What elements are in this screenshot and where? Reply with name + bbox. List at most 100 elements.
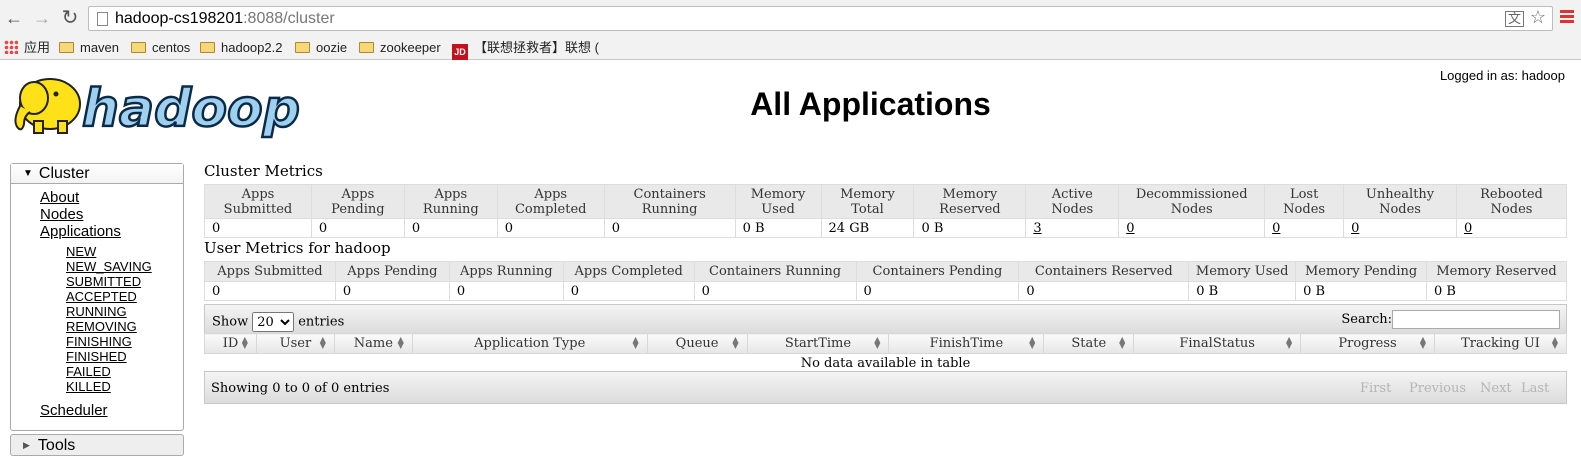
sidebar-item-applications[interactable]: Applications [40, 223, 121, 240]
cm-value: 0 [204, 218, 312, 238]
cm-header: Memory Reserved [913, 184, 1027, 219]
cm-value: 0 [496, 218, 605, 238]
um-value: 0 [334, 281, 450, 301]
bookmark-hadoop22[interactable]: hadoop2.2 [200, 39, 282, 57]
back-icon[interactable]: ← [4, 8, 24, 28]
sidebar-state-killed[interactable]: KILLED [66, 379, 111, 394]
sort-icon: ▲ ▼ [1551, 335, 1558, 350]
cm-header: Active Nodes [1025, 184, 1120, 219]
bookmark-label: 应用 [24, 40, 51, 55]
um-value: 0 [562, 281, 695, 301]
address-bar[interactable]: hadoop-cs198201:8088/cluster 文 ☆ [88, 6, 1553, 31]
cm-header: Apps Running [403, 184, 498, 219]
column-header-id[interactable]: ID ▲ ▼ [204, 333, 257, 354]
column-header-queue[interactable]: Queue ▲ ▼ [646, 333, 748, 354]
column-header-user[interactable]: User ▲ ▼ [255, 333, 335, 354]
sidebar-state-failed[interactable]: FAILED [66, 364, 111, 379]
active-nodes-link[interactable]: 3 [1033, 221, 1041, 236]
folder-icon [295, 42, 310, 53]
page-title: All Applications [750, 86, 991, 122]
translate-icon[interactable]: 文 [1504, 11, 1524, 27]
cm-value: 24 GB [820, 218, 915, 238]
um-value: 0 [204, 281, 336, 301]
um-header: Memory Reserved [1426, 261, 1567, 282]
bookmark-centos[interactable]: centos [131, 39, 190, 57]
cm-header: Apps Submitted [204, 184, 312, 219]
sidebar-state-running[interactable]: RUNNING [66, 304, 127, 319]
paging-previous-button[interactable]: Previous [1409, 381, 1466, 396]
sidebar-state-finished[interactable]: FINISHED [66, 349, 127, 364]
applications-table: ID ▲ ▼ User ▲ ▼ Name ▲ ▼ Application Type ▲ ▼ Qu… [204, 333, 1567, 373]
sidebar-tools-header[interactable]: ▶ Tools [10, 434, 184, 456]
cm-value: 0 [603, 218, 736, 238]
cluster-metrics-title: Cluster Metrics [204, 162, 323, 180]
column-header-finishtime[interactable]: FinishTime ▲ ▼ [888, 333, 1045, 354]
table-info: Showing 0 to 0 of 0 entries [211, 381, 390, 396]
column-header-progress[interactable]: Progress ▲ ▼ [1300, 333, 1435, 354]
reload-icon[interactable]: ↻ [60, 8, 80, 28]
sidebar-tools-label: Tools [37, 437, 76, 454]
cm-value: 0 [310, 218, 405, 238]
collapsed-triangle-icon: ▶ [23, 440, 30, 450]
table-footer: Showing 0 to 0 of 0 entries First Previo… [204, 371, 1567, 404]
rebooted-nodes-link[interactable]: 0 [1464, 221, 1472, 236]
decommissioned-nodes-link[interactable]: 0 [1126, 221, 1134, 236]
lost-nodes-link[interactable]: 0 [1272, 221, 1280, 236]
unhealthy-nodes-link[interactable]: 0 [1351, 221, 1359, 236]
user-metrics-table: Apps Submitted Apps Pending Apps Running… [204, 261, 1567, 301]
bookmark-oozie[interactable]: oozie [295, 39, 347, 57]
um-header: Containers Pending [855, 261, 1020, 282]
bookmark-label: zookeeper [380, 40, 441, 55]
bookmark-maven[interactable]: maven [59, 39, 119, 57]
sidebar-state-new-saving[interactable]: NEW_SAVING [66, 259, 152, 274]
url-host: hadoop-cs198201 [115, 10, 244, 27]
cm-header: Rebooted Nodes [1455, 184, 1568, 219]
folder-icon [359, 42, 374, 53]
cm-header: Apps Completed [496, 184, 605, 219]
search-input[interactable] [1392, 310, 1560, 329]
sidebar-cluster-label: Cluster [38, 165, 90, 182]
sidebar-item-nodes[interactable]: Nodes [40, 206, 83, 223]
sidebar-state-new[interactable]: NEW [66, 244, 96, 259]
um-value: 0 B [1295, 281, 1428, 301]
column-header-starttime[interactable]: StartTime ▲ ▼ [746, 333, 890, 354]
user-metrics-title: User Metrics for hadoop [204, 239, 391, 257]
bookmark-apps[interactable]: 应用 [4, 39, 50, 57]
sidebar-cluster-header[interactable]: ▼ Cluster [11, 164, 183, 184]
sort-icon: ▲ ▼ [732, 335, 739, 350]
cm-value: 0 [403, 218, 498, 238]
logged-in-label: Logged in as: hadoop [1439, 68, 1565, 83]
bookmark-label: maven [80, 40, 120, 55]
bookmarks-bar: 应用 maven centos hadoop2.2 oozie zookeepe… [0, 35, 1581, 60]
um-header: Containers Running [693, 261, 857, 282]
bookmark-lenovo[interactable]: JD 【联想拯救者】联想 ( [452, 39, 599, 60]
sidebar-state-accepted[interactable]: ACCEPTED [66, 289, 137, 304]
bookmark-label: 【联想拯救者】联想 ( [474, 40, 599, 55]
page-size-select[interactable]: 20 [252, 312, 295, 332]
paging-last-button[interactable]: Last [1521, 381, 1549, 396]
apps-icon [4, 40, 18, 54]
sidebar-state-removing[interactable]: REMOVING [66, 319, 137, 334]
column-header-finalstatus[interactable]: FinalStatus ▲ ▼ [1133, 333, 1302, 354]
column-header-application-type[interactable]: Application Type ▲ ▼ [411, 333, 648, 354]
sidebar: ▼ Cluster About Nodes Applications NEW NE… [10, 163, 184, 431]
um-value: 0 [1018, 281, 1190, 301]
forward-icon[interactable]: → [32, 8, 52, 28]
column-header-name[interactable]: Name ▲ ▼ [333, 333, 413, 354]
sidebar-state-finishing[interactable]: FINISHING [66, 334, 132, 349]
menu-icon[interactable] [1560, 10, 1574, 24]
sort-icon: ▲ ▼ [319, 335, 326, 350]
sidebar-item-about[interactable]: About [40, 189, 79, 206]
paging-first-button[interactable]: First [1360, 381, 1391, 396]
jd-icon: JD [452, 44, 468, 60]
sidebar-state-submitted[interactable]: SUBMITTED [66, 274, 141, 289]
column-header-state[interactable]: State ▲ ▼ [1043, 333, 1135, 354]
paging-next-button[interactable]: Next [1480, 381, 1512, 396]
column-header-tracking-ui[interactable]: Tracking UI ▲ ▼ [1434, 333, 1567, 354]
cm-header: Containers Running [603, 184, 736, 219]
sidebar-item-scheduler[interactable]: Scheduler [40, 402, 108, 419]
star-icon[interactable]: ☆ [1530, 8, 1546, 26]
bookmark-zookeeper[interactable]: zookeeper [359, 39, 441, 57]
bookmark-label: hadoop2.2 [221, 40, 283, 55]
url-text[interactable]: hadoop-cs198201:8088/cluster [115, 9, 335, 29]
